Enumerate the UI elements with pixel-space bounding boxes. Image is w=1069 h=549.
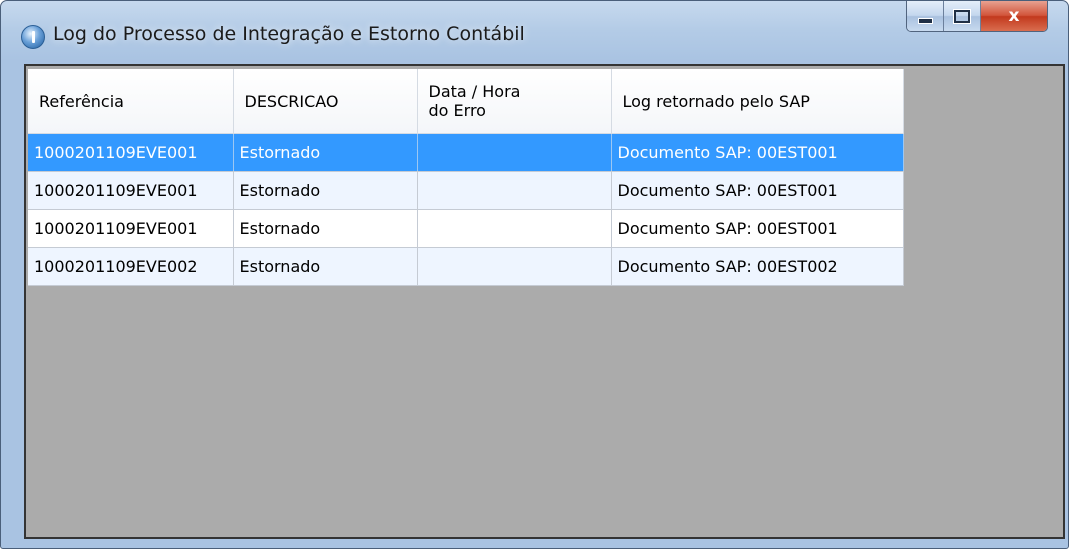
table-row[interactable]: 1000201109EVE001 Estornado Documento SAP…: [28, 171, 904, 210]
cell-referencia[interactable]: 1000201109EVE002: [28, 247, 234, 286]
cell-log-sap[interactable]: Documento SAP: 00EST001: [611, 209, 904, 248]
title-bar[interactable]: Log do Processo de Integração e Estorno …: [1, 1, 1068, 65]
cell-log-sap[interactable]: Documento SAP: 00EST001: [611, 133, 904, 172]
window-title: Log do Processo de Integração e Estorno …: [53, 23, 525, 45]
close-icon: x: [1008, 6, 1020, 26]
cell-data-hora[interactable]: [417, 209, 612, 248]
cell-referencia[interactable]: 1000201109EVE001: [28, 171, 234, 210]
maximize-icon: [953, 8, 971, 24]
cell-log-sap[interactable]: Documento SAP: 00EST002: [611, 247, 904, 286]
cell-log-sap[interactable]: Documento SAP: 00EST001: [611, 171, 904, 210]
grid-header-row: Referência DESCRICAO Data / Hora do Erro…: [28, 69, 904, 134]
caption-buttons: x: [906, 1, 1048, 32]
log-grid[interactable]: Referência DESCRICAO Data / Hora do Erro…: [28, 69, 904, 286]
minimize-button[interactable]: [907, 1, 944, 31]
table-row[interactable]: 1000201109EVE002 Estornado Documento SAP…: [28, 247, 904, 286]
cell-descricao[interactable]: Estornado: [233, 133, 418, 172]
column-header-data-hora-label: Data / Hora do Erro: [428, 82, 521, 120]
table-row[interactable]: 1000201109EVE001 Estornado Documento SAP…: [28, 133, 904, 172]
maximize-button[interactable]: [944, 1, 981, 31]
close-button[interactable]: x: [981, 1, 1047, 31]
cell-data-hora[interactable]: [417, 171, 612, 210]
cell-descricao[interactable]: Estornado: [233, 171, 418, 210]
cell-data-hora[interactable]: [417, 247, 612, 286]
column-header-referencia[interactable]: Referência: [28, 69, 234, 134]
cell-data-hora[interactable]: [417, 133, 612, 172]
column-header-data-hora[interactable]: Data / Hora do Erro: [417, 69, 612, 134]
grid-container: Referência DESCRICAO Data / Hora do Erro…: [24, 64, 1065, 539]
cell-descricao[interactable]: Estornado: [233, 247, 418, 286]
minimize-icon: [917, 18, 933, 24]
app-globe-icon[interactable]: [21, 25, 45, 49]
column-header-descricao[interactable]: DESCRICAO: [233, 69, 418, 134]
cell-descricao[interactable]: Estornado: [233, 209, 418, 248]
column-header-log-sap[interactable]: Log retornado pelo SAP: [611, 69, 904, 134]
cell-referencia[interactable]: 1000201109EVE001: [28, 133, 234, 172]
log-window: Log do Processo de Integração e Estorno …: [0, 0, 1069, 549]
table-row[interactable]: 1000201109EVE001 Estornado Documento SAP…: [28, 209, 904, 248]
cell-referencia[interactable]: 1000201109EVE001: [28, 209, 234, 248]
